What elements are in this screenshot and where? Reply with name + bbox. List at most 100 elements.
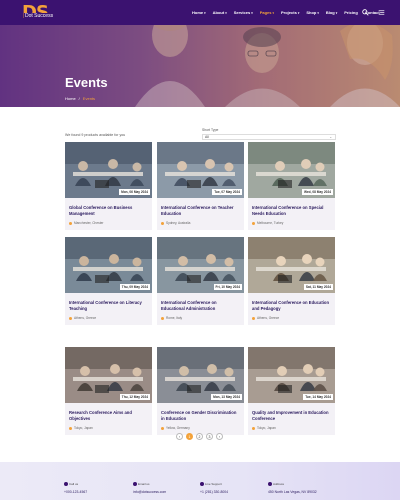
footer-phone-label: Call us [69, 482, 79, 486]
nav-item-label: Blog [325, 10, 335, 15]
nav-item-label: Shop [306, 10, 317, 15]
event-location-text: Athens, Greece [74, 316, 97, 320]
location-pin-icon [252, 426, 255, 430]
results-count: We found 9 products available for you [65, 133, 126, 137]
chevron-down-icon: ▾ [317, 11, 319, 15]
nav-item-pricing[interactable]: Pricing [344, 10, 358, 15]
event-card[interactable]: Thu, 09 May 2024 International Conference… [65, 237, 152, 325]
event-date-badge: Thu, 12 May 2024 [119, 394, 150, 400]
nav-item-label: Home [192, 10, 204, 15]
location-pin-icon [252, 221, 255, 225]
pagination-page-1[interactable]: 1 [186, 433, 193, 440]
nav-item-label: About [212, 10, 225, 15]
event-title[interactable]: International Conference on Education an… [252, 300, 332, 311]
sort-select-value: All [205, 135, 209, 139]
event-location: Melbourne, Turkey [252, 221, 283, 225]
nav-item-label: Projects [281, 10, 297, 15]
event-date-badge: Mon, 06 May 2024 [119, 189, 150, 195]
search-icon[interactable] [361, 8, 369, 16]
pagination-next-button[interactable]: › [216, 433, 223, 440]
nav-item-about[interactable]: About▾ [213, 10, 227, 15]
event-card[interactable]: Sat, 11 May 2024 International Conference… [248, 237, 335, 325]
nav-item-shop[interactable]: Shop▾ [306, 10, 319, 15]
footer-support-label: Live Support [205, 482, 222, 486]
nav-item-home[interactable]: Home▾ [192, 10, 206, 15]
main-nav: Home▾ About▾ Services▾ Pages▾ Projects▾ Shop▾… [192, 0, 380, 25]
event-date-badge: Fri, 10 May 2024 [213, 284, 242, 290]
event-location: Yellow, Germany [161, 426, 190, 430]
event-location-text: Tokyo, Japan [74, 426, 93, 430]
location-pin-icon [69, 221, 72, 225]
chevron-down-icon: ▾ [225, 11, 227, 15]
event-title[interactable]: International Conference on Educational … [161, 300, 241, 311]
breadcrumb-current: Events [82, 96, 96, 101]
sort-select[interactable]: All ⌄ [202, 134, 336, 140]
event-date-badge: Tue, 14 May 2024 [303, 394, 333, 400]
footer-phone-value[interactable]: +000-123-4567 [64, 490, 87, 494]
event-location-text: Melbourne, Turkey [257, 221, 284, 225]
nav-item-pages[interactable]: Pages▾ [260, 10, 274, 15]
pagination: ‹ 1 2 3 › [176, 433, 223, 440]
location-icon [268, 482, 272, 486]
page-title: Events [65, 75, 108, 90]
event-location: Sydney, Australia [161, 221, 190, 225]
menu-toggle-icon[interactable] [377, 8, 385, 16]
footer-address-label: Address [273, 482, 285, 486]
event-card[interactable]: Wed, 08 May 2024 International Conference… [248, 142, 335, 230]
event-title[interactable]: Global Conference on Business Management [69, 205, 149, 216]
chevron-down-icon: ▾ [204, 11, 206, 15]
top-navbar: DS Dot Success Home▾About▾Services▾Pages… [0, 0, 400, 25]
nav-item-services[interactable]: Services▾ [234, 10, 253, 15]
nav-item-label: Pages [259, 10, 272, 15]
location-pin-icon [161, 316, 164, 320]
location-pin-icon [69, 316, 72, 320]
footer-contact-strip: Call us +000-123-4567 Email us info@dots… [0, 462, 400, 500]
event-card[interactable]: Thu, 12 May 2024 Research Conference Aims… [65, 347, 152, 435]
event-location-text: Rome, Italy [166, 316, 183, 320]
event-date-badge: Wed, 08 May 2024 [301, 189, 333, 195]
event-location-text: Yellow, Germany [166, 426, 190, 430]
event-location: Rome, Italy [161, 316, 182, 320]
chevron-down-icon: ▾ [251, 11, 253, 15]
event-title[interactable]: International Conference on Teacher Educ… [161, 205, 241, 216]
event-location-text: Sydney, Australia [166, 221, 191, 225]
breadcrumb-separator: / [78, 96, 80, 101]
chevron-down-icon: ⌄ [329, 135, 332, 139]
event-title[interactable]: International Conference on Literacy Tea… [69, 300, 149, 311]
event-location: Manchester, Chester [69, 221, 103, 225]
event-card[interactable]: Fri, 10 May 2024 International Conference… [157, 237, 244, 325]
headset-icon [200, 482, 204, 486]
nav-item-label: Pricing [344, 10, 358, 15]
breadcrumb-home[interactable]: Home [65, 96, 76, 101]
pagination-prev-button[interactable]: ‹ [176, 433, 183, 440]
footer-email-label: Email us [138, 482, 150, 486]
pagination-page-2[interactable]: 2 [196, 433, 203, 440]
event-card[interactable]: Mon, 06 May 2024 Global Conference on Bus… [65, 142, 152, 230]
logo-brand-name: Dot Success [24, 13, 55, 19]
event-location: Tokyo, Japan [252, 426, 276, 430]
footer-support-value[interactable]: +1 (281) 330-8004 [200, 490, 228, 494]
header-actions [361, 8, 385, 16]
event-location: Athens, Greece [69, 316, 96, 320]
event-card[interactable]: Tue, 07 May 2024 International Conference… [157, 142, 244, 230]
nav-item-projects[interactable]: Projects▾ [281, 10, 299, 15]
chevron-down-icon: ▾ [335, 11, 338, 15]
location-pin-icon [69, 426, 72, 430]
nav-item-blog[interactable]: Blog▾ [326, 10, 337, 15]
footer-email-value[interactable]: info@dotsuccess.com [133, 490, 166, 494]
location-pin-icon [161, 221, 164, 225]
hero-background-photo [0, 25, 400, 107]
event-title[interactable]: International Conference on Special Need… [252, 205, 332, 216]
mail-icon [133, 482, 137, 486]
event-card[interactable]: Tue, 14 May 2024 Quality and Improvement … [248, 347, 335, 435]
event-title[interactable]: Conference on Gender Discrimination in E… [161, 410, 241, 421]
site-logo[interactable]: DS Dot Success [22, 2, 60, 23]
event-title[interactable]: Quality and Improvement in Education Con… [252, 410, 332, 421]
event-card[interactable]: Mon, 13 May 2024 Conference on Gender Dis… [157, 347, 244, 435]
pagination-page-3[interactable]: 3 [206, 433, 213, 440]
sort-label: Short Type [202, 128, 219, 132]
event-location: Athens, Greece [252, 316, 279, 320]
event-title[interactable]: Research Conference Aims and Objectives [69, 410, 149, 421]
event-location-text: Manchester, Chester [74, 221, 104, 225]
location-pin-icon [161, 426, 164, 430]
